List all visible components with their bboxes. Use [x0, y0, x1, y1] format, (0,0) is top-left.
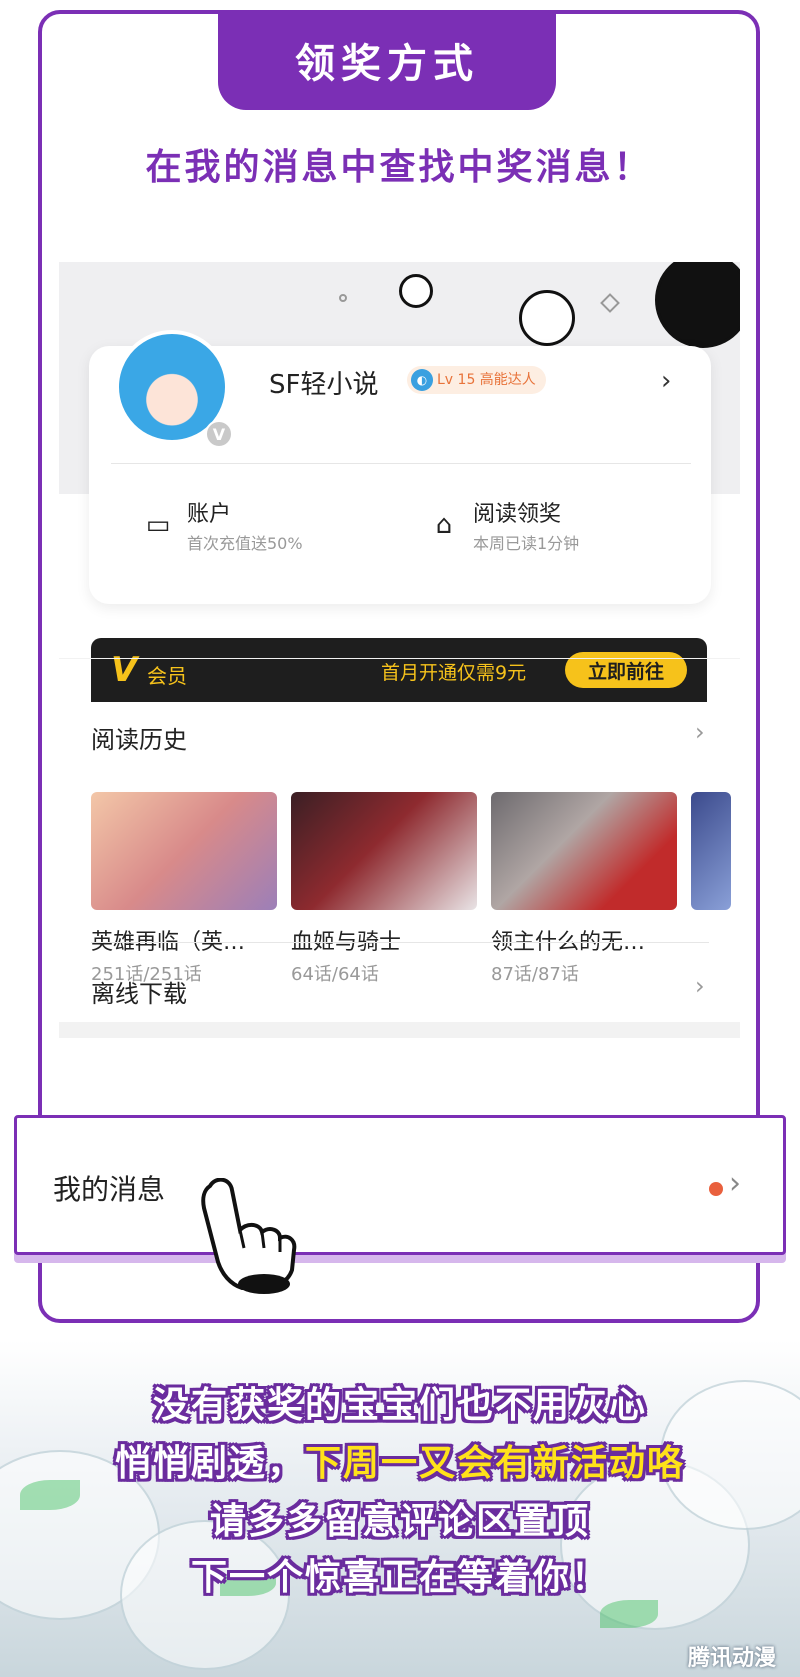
username: SF轻小说: [269, 370, 379, 400]
deco-ring-icon: [399, 274, 433, 308]
bottom-text-line3: 请多多留意评论区置顶: [209, 1501, 590, 1542]
book-cover: [91, 792, 277, 910]
book-card[interactable]: 领主什么的无… 87话/87话: [491, 792, 677, 986]
bottom-text-line2-a: 悄悄剧透，: [114, 1443, 305, 1484]
book-title: 英雄再临（英…: [91, 930, 246, 955]
book-count: 87话/87话: [491, 964, 579, 985]
chevron-right-icon[interactable]: ›: [695, 972, 705, 1000]
notification-dot: [709, 1182, 723, 1196]
book-card-partial[interactable]: [691, 792, 731, 910]
profile-card[interactable]: V SF轻小说 ◐ Lv 15 高能达人 › ▭ 账户 首次充值送50% ⌂ 阅…: [89, 330, 711, 604]
reading-reward-label[interactable]: 阅读领奖: [473, 496, 561, 528]
book-cover: [491, 792, 677, 910]
vip-logo-icon: V: [111, 650, 138, 690]
divider: [59, 658, 740, 659]
reading-history-list: 英雄再临（英… 251话/251话 血姬与骑士 64话/64话 领主什么的无… …: [91, 792, 740, 985]
divider: [59, 1022, 740, 1038]
chevron-right-icon: ›: [729, 1166, 741, 1201]
wallet-icon: ▭: [145, 510, 171, 540]
book-cover: [691, 792, 731, 910]
watermark-logo: 腾讯动漫: [688, 1646, 777, 1671]
divider: [111, 463, 691, 464]
book-cover: [291, 792, 477, 910]
chevron-right-icon[interactable]: ›: [661, 366, 671, 396]
bottom-text-line2: 悄悄剧透，下周一又会有新活动咯: [0, 1434, 800, 1486]
bottom-text-line1: 没有获奖的宝宝们也不用灰心: [152, 1385, 647, 1426]
reading-history-title[interactable]: 阅读历史: [91, 720, 187, 755]
level-icon: ◐: [411, 369, 433, 391]
book-card[interactable]: 英雄再临（英… 251话/251话: [91, 792, 277, 986]
book-title: 血姬与骑士: [291, 930, 402, 955]
leaf-shape: [600, 1600, 658, 1628]
bottom-text-line4: 下一个惊喜正在等着你！: [190, 1557, 609, 1598]
level-badge-text: Lv 15 高能达人: [437, 372, 536, 388]
vip-banner[interactable]: V 会员 首月开通仅需9元 立即前往: [91, 638, 707, 702]
my-messages-row[interactable]: 我的消息 ›: [14, 1115, 786, 1255]
book-count: 64话/64话: [291, 964, 379, 985]
bottom-text-line2-b: 下周一又会有新活动咯: [305, 1443, 686, 1484]
account-sub: 首次充值送50%: [187, 534, 303, 553]
offline-download-title[interactable]: 离线下载: [91, 974, 187, 1009]
chevron-right-icon[interactable]: ›: [695, 718, 705, 746]
vip-label: 会员: [147, 664, 187, 688]
my-messages-label: 我的消息: [53, 1173, 166, 1206]
gift-icon: ⌂: [435, 510, 453, 540]
section-title-tab: 领奖方式: [218, 10, 556, 110]
verified-badge-icon: V: [205, 420, 233, 448]
reading-reward-sub: 本周已读1分钟: [473, 534, 580, 553]
deco-ring-icon: [519, 290, 575, 346]
account-label[interactable]: 账户: [187, 496, 231, 528]
deco-dot-icon: [339, 294, 347, 302]
instruction-subtitle: 在我的消息中查找中奖消息！: [145, 147, 653, 188]
level-badge: ◐ Lv 15 高能达人: [407, 366, 546, 394]
divider: [91, 942, 709, 943]
vip-promo: 首月开通仅需9元: [381, 662, 527, 684]
book-title: 领主什么的无…: [491, 930, 646, 955]
app-screenshot: V SF轻小说 ◐ Lv 15 高能达人 › ▭ 账户 首次充值送50% ⌂ 阅…: [59, 262, 740, 1102]
pointing-hand-icon: [201, 1178, 297, 1294]
book-card[interactable]: 血姬与骑士 64话/64话: [291, 792, 477, 986]
